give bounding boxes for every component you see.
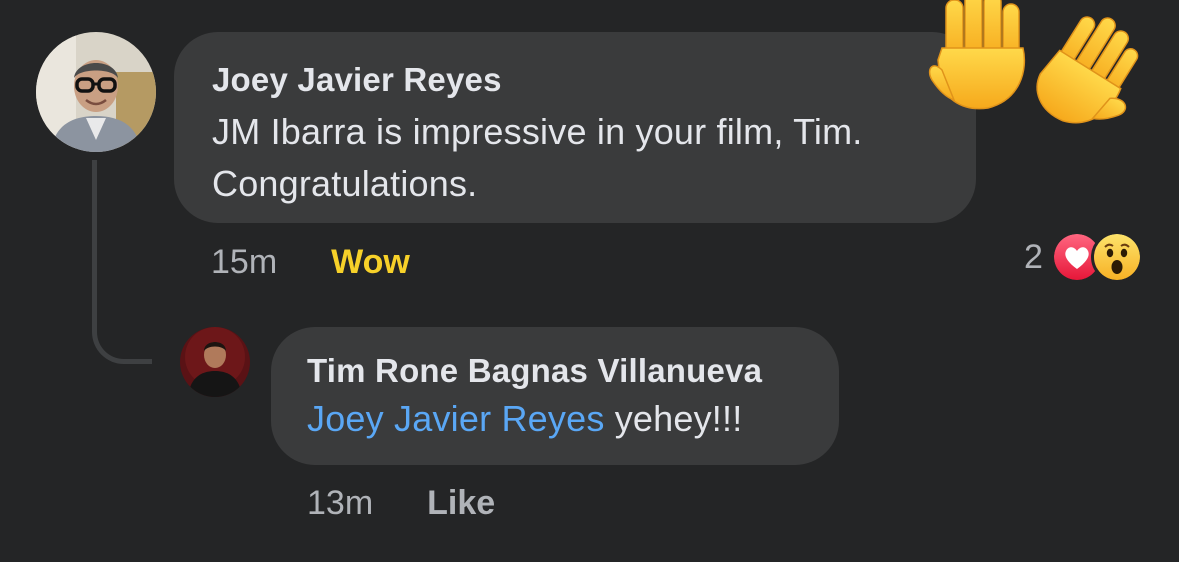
reply-meta: 13m Like — [307, 483, 495, 523]
comment-author[interactable]: Joey Javier Reyes — [212, 60, 938, 100]
like-button[interactable]: Like — [427, 483, 495, 523]
reply-text: Joey Javier Reyes yehey!!! — [307, 393, 803, 445]
mention-link[interactable]: Joey Javier Reyes — [307, 398, 605, 439]
reply-author[interactable]: Tim Rone Bagnas Villanueva — [307, 351, 803, 391]
avatar-tim-rone-bagnas-villanueva[interactable] — [180, 327, 250, 397]
comment-bubble[interactable]: Joey Javier Reyes JM Ibarra is impressiv… — [174, 32, 976, 223]
reaction-count: 2 — [1024, 238, 1043, 276]
waving-hands-icon — [928, 0, 1139, 124]
reaction-summary[interactable]: 2 — [1024, 231, 1143, 283]
comment-meta: 15m Wow — [211, 242, 410, 282]
comment-thread: Joey Javier Reyes JM Ibarra is impressiv… — [0, 0, 1179, 562]
reply-timestamp[interactable]: 13m — [307, 483, 373, 523]
reply-message: yehey!!! — [604, 398, 743, 439]
reply-bubble[interactable]: Tim Rone Bagnas Villanueva Joey Javier R… — [271, 327, 839, 465]
wow-reaction-button[interactable]: Wow — [331, 242, 410, 282]
avatar-joey-javier-reyes[interactable] — [36, 32, 156, 152]
comment-text: JM Ibarra is impressive in your film, Ti… — [212, 111, 863, 204]
wow-reaction-icon — [1090, 231, 1143, 283]
comment-timestamp[interactable]: 15m — [211, 242, 277, 282]
reply-thread-connector — [92, 160, 152, 364]
